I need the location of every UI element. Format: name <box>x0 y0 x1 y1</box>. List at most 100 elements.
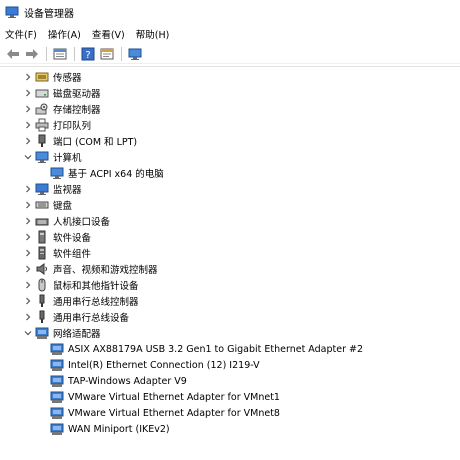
network-adapter-icon <box>50 391 64 403</box>
tree-device[interactable]: WAN Miniport (IKEv2) <box>50 421 170 437</box>
tree-item-label: 网络适配器 <box>53 329 101 340</box>
forward-arrow-icon <box>26 48 38 59</box>
usb-icon <box>39 294 45 307</box>
toolbar-separator <box>74 46 75 61</box>
tree-category[interactable]: 软件组件 <box>26 245 91 261</box>
tree-category[interactable]: 软件设备 <box>26 229 92 245</box>
chevron-right-icon[interactable] <box>23 232 33 242</box>
tree-device[interactable]: ASIX AX88179A USB 3.2 Gen1 to Gigabit Et… <box>50 341 363 357</box>
software-component-icon <box>38 246 46 260</box>
tree-device[interactable]: VMware Virtual Ethernet Adapter for VMne… <box>50 405 280 421</box>
tree-category[interactable]: 磁盘驱动器 <box>26 85 101 101</box>
tree-category[interactable]: 打印队列 <box>26 117 92 133</box>
tree-category[interactable]: 人机接口设备 <box>26 213 111 229</box>
printer-icon <box>35 118 49 132</box>
tree-category[interactable]: 端口 (COM 和 LPT) <box>26 133 138 149</box>
storage-controller-icon <box>35 103 48 115</box>
network-adapter-icon <box>50 423 64 435</box>
properties-button[interactable] <box>52 46 68 62</box>
chevron-down-icon[interactable] <box>23 328 33 338</box>
chevron-right-icon[interactable] <box>23 136 33 146</box>
tree-device[interactable]: Intel(R) Ethernet Connection (12) I219-V <box>50 357 260 373</box>
tree-item-label: 声音、视频和游戏控制器 <box>53 265 158 276</box>
toolbar-separator <box>46 46 47 61</box>
properties-icon <box>53 48 67 59</box>
port-icon <box>38 134 46 147</box>
tree-device[interactable]: 基于 ACPI x64 的电脑 <box>50 165 164 181</box>
tree-category[interactable]: 计算机 <box>24 149 82 165</box>
tree-category[interactable]: 声音、视频和游戏控制器 <box>26 261 158 277</box>
tree-item-label: 通用串行总线设备 <box>53 313 130 324</box>
menu-action[interactable]: 操作(A) <box>48 26 81 42</box>
back-button[interactable] <box>5 46 21 62</box>
disk-drive-icon <box>35 89 49 98</box>
monitor-icon <box>35 183 49 195</box>
chevron-right-icon[interactable] <box>23 280 33 290</box>
usb-icon <box>39 310 45 323</box>
network-adapter-icon <box>50 407 64 419</box>
tree-item-label: TAP-Windows Adapter V9 <box>68 375 187 387</box>
tree-item-label: 存储控制器 <box>53 105 101 116</box>
chevron-right-icon[interactable] <box>23 312 33 322</box>
network-adapter-icon <box>50 359 64 371</box>
toolbar-separator <box>121 46 122 61</box>
tree-item-label: 鼠标和其他指针设备 <box>53 281 139 292</box>
monitor-scan-icon <box>128 48 142 60</box>
tree-item-label: 人机接口设备 <box>53 217 111 228</box>
toolbar: ? <box>0 44 460 64</box>
tree-device[interactable]: TAP-Windows Adapter V9 <box>50 373 187 389</box>
scan-hardware-button[interactable] <box>127 46 143 62</box>
tree-category[interactable]: 通用串行总线控制器 <box>26 293 139 309</box>
chevron-right-icon[interactable] <box>23 88 33 98</box>
network-adapter-icon <box>35 327 49 339</box>
tree-item-label: 计算机 <box>53 153 82 164</box>
network-adapter-icon <box>50 343 64 355</box>
tree-item-label: 监视器 <box>53 185 82 196</box>
tree-item-label: 磁盘驱动器 <box>53 89 101 100</box>
chevron-right-icon[interactable] <box>23 184 33 194</box>
tree-item-label: 传感器 <box>53 73 82 84</box>
tree-item-label: Intel(R) Ethernet Connection (12) I219-V <box>68 359 260 371</box>
chevron-right-icon[interactable] <box>23 72 33 82</box>
help-button[interactable]: ? <box>80 46 96 62</box>
chevron-right-icon[interactable] <box>23 296 33 306</box>
chevron-right-icon[interactable] <box>23 264 33 274</box>
tree-item-label: 软件设备 <box>53 233 92 244</box>
chevron-down-icon[interactable] <box>23 152 33 162</box>
tree-item-label: 通用串行总线控制器 <box>53 297 139 308</box>
mouse-icon <box>38 278 46 292</box>
tree-category[interactable]: 键盘 <box>26 197 73 213</box>
forward-button[interactable] <box>24 46 40 62</box>
tree-category[interactable]: 存储控制器 <box>26 101 101 117</box>
update-driver-icon <box>100 48 114 59</box>
tree-item-label: 打印队列 <box>53 121 92 132</box>
chevron-right-icon[interactable] <box>23 248 33 258</box>
update-driver-button[interactable] <box>99 46 115 62</box>
chevron-right-icon[interactable] <box>23 120 33 130</box>
device-manager-icon <box>5 6 19 18</box>
chevron-right-icon[interactable] <box>23 216 33 226</box>
tree-category[interactable]: 传感器 <box>26 69 82 85</box>
tree-category[interactable]: 监视器 <box>26 181 82 197</box>
tree-category[interactable]: 通用串行总线设备 <box>26 309 130 325</box>
tree-item-label: 基于 ACPI x64 的电脑 <box>68 169 164 180</box>
chevron-right-icon[interactable] <box>23 104 33 114</box>
tree-category[interactable]: 网络适配器 <box>24 325 101 341</box>
chevron-right-icon[interactable] <box>23 200 33 210</box>
computer-icon <box>35 151 49 163</box>
menu-bar: 文件(F) 操作(A) 查看(V) 帮助(H) <box>0 24 460 44</box>
menu-view[interactable]: 查看(V) <box>92 26 125 42</box>
tree-category[interactable]: 鼠标和其他指针设备 <box>26 277 139 293</box>
menu-file[interactable]: 文件(F) <box>5 26 37 42</box>
network-adapter-icon <box>50 375 64 387</box>
tree-item-label: ASIX AX88179A USB 3.2 Gen1 to Gigabit Et… <box>68 343 364 355</box>
tree-item-label: 键盘 <box>53 201 73 212</box>
back-arrow-icon <box>7 48 19 59</box>
tree-device[interactable]: VMware Virtual Ethernet Adapter for VMne… <box>50 389 280 405</box>
menu-help[interactable]: 帮助(H) <box>136 26 170 42</box>
software-device-icon <box>38 230 46 244</box>
svg-text:?: ? <box>85 50 90 61</box>
tree-item-label: VMware Virtual Ethernet Adapter for VMne… <box>68 391 280 403</box>
sensor-icon <box>35 72 49 82</box>
tree-item-label: 端口 (COM 和 LPT) <box>53 137 138 148</box>
